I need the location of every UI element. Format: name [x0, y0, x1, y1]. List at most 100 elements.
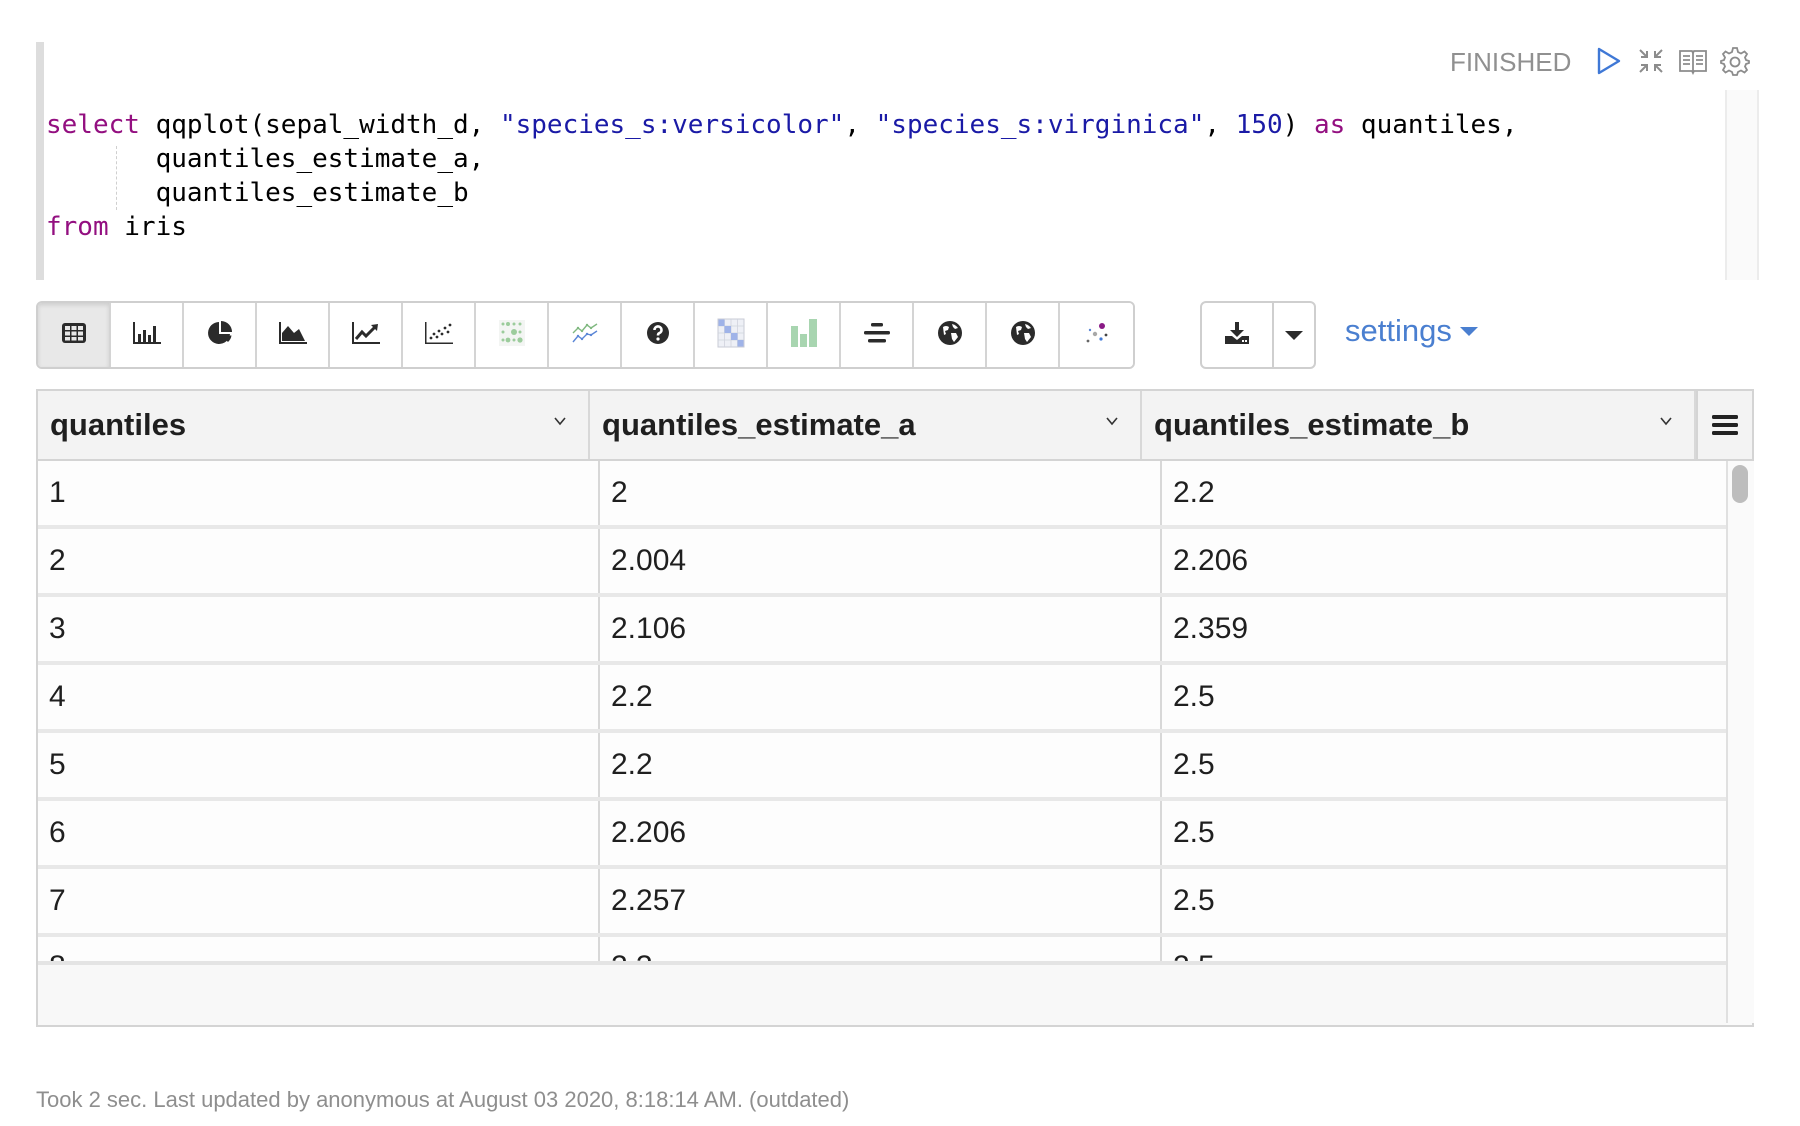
download-button[interactable] [1202, 303, 1274, 367]
map-button-1[interactable] [914, 303, 987, 367]
sql-code[interactable]: select qqplot(sepal_width_d, "species_s:… [46, 108, 1517, 244]
table-cell[interactable]: 2.257 [600, 869, 1162, 933]
table-cell[interactable]: 2.5 [1162, 733, 1726, 797]
table-cell[interactable]: 2.2 [600, 665, 1162, 729]
bar-chart-icon [132, 321, 162, 350]
boxplot-button[interactable] [841, 303, 914, 367]
table-row[interactable]: 6 2.206 2.5 [38, 801, 1726, 869]
multi-line-icon [570, 320, 600, 351]
book-icon[interactable] [1676, 44, 1710, 78]
grid-menu-button[interactable] [1696, 391, 1752, 461]
table-row[interactable]: 2 2.004 2.206 [38, 529, 1726, 597]
hamburger-menu-icon [1712, 415, 1738, 435]
code-keyword: select [46, 110, 140, 140]
results-table: quantiles quantiles_estimate_a quantiles… [36, 389, 1754, 1027]
table-row[interactable]: 3 2.106 2.359 [38, 597, 1726, 665]
globe-icon [1010, 320, 1036, 351]
table-cell[interactable]: 8 [38, 937, 600, 961]
settings-dropdown[interactable]: settings [1345, 313, 1478, 349]
code-text: , [1204, 110, 1236, 140]
area-chart-icon [278, 321, 308, 350]
table-cell[interactable]: 2 [38, 529, 600, 593]
gear-icon[interactable] [1718, 44, 1752, 78]
scatter-chart-button[interactable] [403, 303, 476, 367]
code-string: "species_s:virginica" [875, 110, 1205, 140]
code-line[interactable]: select qqplot(sepal_width_d, "species_s:… [46, 108, 1517, 142]
area-chart-button[interactable] [257, 303, 330, 367]
table-cell[interactable]: 2 [600, 461, 1162, 525]
column-title: quantiles [50, 407, 187, 442]
multi-line-chart-button[interactable] [549, 303, 622, 367]
table-cell[interactable]: 2.5 [1162, 937, 1726, 961]
heatmap-icon [717, 318, 745, 353]
code-text: quantiles_estimate_b [46, 178, 469, 208]
table-cell[interactable]: 2.206 [1162, 529, 1726, 593]
column-header[interactable]: quantiles_estimate_b [1142, 391, 1696, 459]
table-body: 1 2 2.2 2 2.004 2.206 3 2.106 2.359 4 2.2 2.5 5 2.2 2.… [38, 461, 1726, 961]
table-cell[interactable]: 3 [38, 597, 600, 661]
caret-down-icon [1285, 330, 1303, 340]
table-row[interactable]: 5 2.2 2.5 [38, 733, 1726, 801]
download-icon [1224, 321, 1250, 350]
code-text: quantiles_estimate_a, [46, 144, 485, 174]
globe-icon [937, 320, 963, 351]
settings-label: settings [1345, 313, 1452, 348]
code-text: , [844, 110, 876, 140]
table-cell[interactable]: 5 [38, 733, 600, 797]
run-icon[interactable] [1592, 44, 1626, 78]
table-row[interactable]: 7 2.257 2.5 [38, 869, 1726, 937]
help-button[interactable] [622, 303, 695, 367]
table-row[interactable]: 82.32.5 [38, 937, 1726, 961]
green-bar-chart-button[interactable] [768, 303, 841, 367]
download-options-dropdown[interactable] [1274, 303, 1314, 367]
heatmap-button[interactable] [695, 303, 768, 367]
table-cell[interactable]: 7 [38, 869, 600, 933]
table-cell[interactable]: 2.106 [600, 597, 1162, 661]
table-cell[interactable]: 2.2 [600, 733, 1162, 797]
chevron-down-icon[interactable] [554, 415, 566, 427]
table-icon [61, 322, 87, 349]
table-cell[interactable]: 2.5 [1162, 801, 1726, 865]
editor-scrollbar[interactable] [1725, 90, 1759, 280]
collapse-icon[interactable] [1634, 44, 1668, 78]
table-cell[interactable]: 4 [38, 665, 600, 729]
network-graph-button[interactable] [1060, 303, 1133, 367]
table-row[interactable]: 1 2 2.2 [38, 461, 1726, 529]
visualization-toolbar [36, 301, 1135, 369]
table-cell[interactable]: 2.2 [1162, 461, 1726, 525]
table-cell[interactable]: 2.5 [1162, 665, 1726, 729]
code-line[interactable]: from iris [46, 210, 1517, 244]
table-cell[interactable]: 1 [38, 461, 600, 525]
map-button-2[interactable] [987, 303, 1060, 367]
code-line[interactable]: quantiles_estimate_b [46, 176, 1517, 210]
table-cell[interactable]: 2.5 [1162, 869, 1726, 933]
chevron-down-icon[interactable] [1660, 415, 1672, 427]
table-cell[interactable]: 2.004 [600, 529, 1162, 593]
download-group [1200, 301, 1316, 369]
code-text: quantiles, [1345, 110, 1518, 140]
code-text: ) [1282, 110, 1314, 140]
caret-down-icon [1459, 326, 1478, 336]
pie-chart-button[interactable] [184, 303, 257, 367]
table-row[interactable]: 4 2.2 2.5 [38, 665, 1726, 733]
scrollbar-thumb[interactable] [1732, 465, 1748, 503]
column-header[interactable]: quantiles_estimate_a [590, 391, 1143, 459]
question-icon [646, 321, 670, 350]
table-cell[interactable]: 2.3 [600, 937, 1162, 961]
network-icon [1084, 320, 1110, 351]
line-chart-button[interactable] [330, 303, 403, 367]
scatter-chart-icon [424, 321, 454, 350]
bubble-grid-button[interactable] [476, 303, 549, 367]
table-cell[interactable]: 2.206 [600, 801, 1162, 865]
chevron-down-icon[interactable] [1106, 415, 1118, 427]
table-cell[interactable]: 6 [38, 801, 600, 865]
bar-chart-button[interactable] [111, 303, 184, 367]
table-header: quantiles quantiles_estimate_a quantiles… [38, 391, 1696, 461]
table-cell[interactable]: 2.359 [1162, 597, 1726, 661]
code-number: 150 [1235, 110, 1283, 140]
table-scrollbar[interactable] [1726, 461, 1754, 1023]
paragraph-footer-meta: Took 2 sec. Last updated by anonymous at… [36, 1087, 850, 1112]
column-header[interactable]: quantiles [38, 391, 591, 459]
code-line[interactable]: quantiles_estimate_a, [46, 142, 1517, 176]
table-view-button[interactable] [38, 303, 111, 367]
